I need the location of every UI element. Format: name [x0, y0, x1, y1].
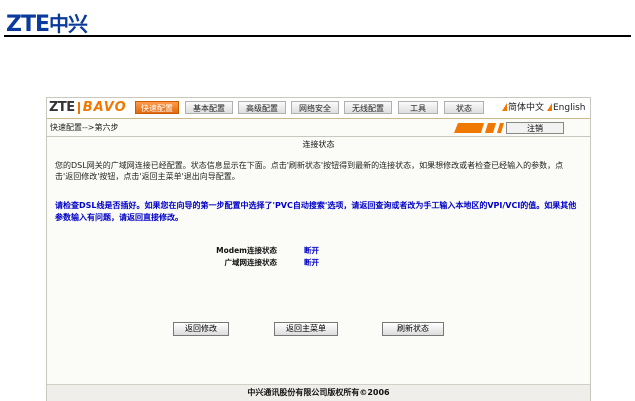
status-row-modem: Modem连接状态 断开 [47, 245, 590, 256]
page-title: 连接状态 [302, 140, 335, 149]
back-modify-button[interactable]: 返回修改 [173, 322, 229, 336]
breadcrumb: 快速配置-->第六步 [50, 123, 119, 132]
status-label: Modem连接状态 [216, 246, 277, 255]
refresh-status-button[interactable]: 刷新状态 [382, 322, 444, 336]
lang-english-link[interactable]: English [547, 101, 586, 115]
lang-flag-icon [502, 103, 507, 111]
decorative-tabs-icon [454, 123, 504, 133]
brand-logo: ZTE BAVO [49, 100, 127, 115]
status-row-wan: 广域网连接状态 断开 [47, 257, 590, 268]
breadcrumb-row: 快速配置-->第六步 注销 [47, 120, 590, 136]
status-value: 断开 [304, 258, 319, 267]
status-value: 断开 [304, 246, 319, 255]
back-main-menu-button[interactable]: 返回主菜单 [274, 322, 338, 336]
lang-flag-icon [547, 103, 552, 111]
status-label: 广域网连接状态 [224, 258, 278, 267]
tab-quick-setup[interactable]: 快速配置 [135, 101, 179, 114]
tab-status[interactable]: 状态 [444, 101, 484, 114]
router-ui-frame: ZTE BAVO 快速配置 基本配置 高级配置 网络安全 无线配置 工具 状态 简… [46, 97, 591, 401]
tab-basic-config[interactable]: 基本配置 [185, 101, 233, 114]
zte-logo: ZTE中兴 [6, 12, 88, 37]
logout-button[interactable]: 注销 [506, 122, 564, 134]
description-text: 您的DSL网关的广域网连接已经配置。状态信息显示在下面。点击'刷新状态'按钮得到… [55, 161, 564, 181]
copyright-footer: 中兴通讯股份有限公司版权所有©2006 [47, 384, 590, 401]
tab-network-security[interactable]: 网络安全 [291, 101, 339, 114]
lang-chinese-link[interactable]: 简体中文 [502, 101, 544, 115]
top-nav-bar: ZTE BAVO 快速配置 基本配置 高级配置 网络安全 无线配置 工具 状态 简… [47, 98, 590, 119]
header-rule [4, 35, 631, 37]
tab-wireless-config[interactable]: 无线配置 [344, 101, 392, 114]
tab-advanced-config[interactable]: 高级配置 [238, 101, 286, 114]
divider [47, 136, 590, 137]
tab-tools[interactable]: 工具 [398, 101, 438, 114]
warning-text: 请检查DSL线是否插好。如果您在向导的第一步配置中选择了'PVC自动搜索'选项，… [55, 201, 577, 222]
